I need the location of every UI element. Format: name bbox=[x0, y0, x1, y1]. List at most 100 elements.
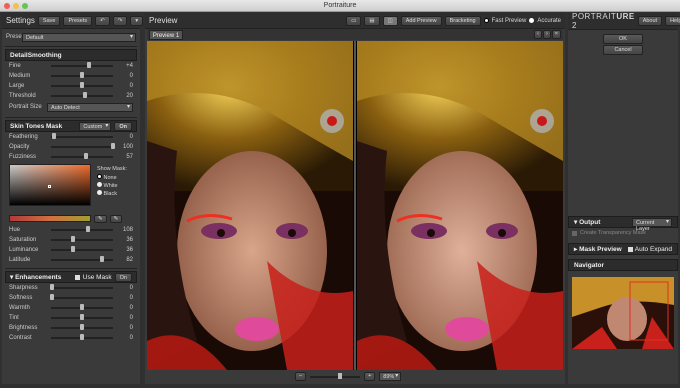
bracketing-button[interactable]: Bracketing bbox=[444, 15, 481, 26]
enhancement-value[interactable]: 0 bbox=[117, 285, 133, 291]
enhancement-slider-knob[interactable] bbox=[50, 294, 55, 300]
skin-slider-knob[interactable] bbox=[111, 143, 115, 149]
radio-white[interactable] bbox=[97, 182, 102, 187]
detail-value[interactable]: 0 bbox=[117, 73, 133, 79]
original-image[interactable] bbox=[147, 41, 353, 370]
skin-color-picker[interactable] bbox=[9, 164, 91, 206]
detail-slider[interactable] bbox=[51, 62, 113, 68]
collapse-icon[interactable]: ▾ bbox=[10, 274, 13, 281]
navigator-thumbnail[interactable] bbox=[572, 277, 674, 349]
zoom-slider[interactable] bbox=[310, 372, 361, 379]
detail-slider-knob[interactable] bbox=[80, 72, 84, 78]
accurate-radio[interactable] bbox=[529, 18, 535, 23]
enhancement-slider[interactable] bbox=[51, 314, 113, 320]
retouched-image[interactable] bbox=[357, 41, 563, 370]
enhancements-toggle[interactable]: On bbox=[114, 272, 132, 282]
hue-slider[interactable] bbox=[51, 246, 113, 252]
preview-image-area[interactable] bbox=[147, 41, 563, 370]
skin-slider-knob[interactable] bbox=[84, 153, 89, 159]
enhancement-value[interactable]: 0 bbox=[117, 315, 133, 321]
enhancement-value[interactable]: 0 bbox=[117, 305, 133, 311]
skin-value[interactable]: 57 bbox=[117, 154, 133, 160]
detail-slider-knob[interactable] bbox=[87, 62, 92, 68]
undo-icon[interactable]: ↶ bbox=[95, 15, 110, 26]
ok-button[interactable]: OK bbox=[603, 34, 643, 44]
hue-slider[interactable] bbox=[51, 226, 113, 232]
mask-preview-collapse-icon[interactable]: ▸ bbox=[574, 246, 577, 253]
split-vertical-icon[interactable]: ◫ bbox=[382, 15, 398, 26]
presets-button[interactable]: Presets bbox=[63, 15, 93, 26]
skin-slider-knob[interactable] bbox=[52, 133, 57, 139]
settings-menu-icon[interactable]: ▾ bbox=[130, 15, 144, 26]
skin-value[interactable]: 0 bbox=[117, 134, 133, 140]
skin-slider[interactable] bbox=[51, 153, 113, 159]
hue-slider-knob[interactable] bbox=[99, 256, 104, 262]
skin-value[interactable]: 100 bbox=[117, 144, 133, 150]
enhancement-slider[interactable] bbox=[51, 334, 113, 340]
output-select[interactable]: Current Layer bbox=[632, 217, 672, 232]
detail-slider[interactable] bbox=[51, 92, 113, 98]
fast-preview-radio[interactable] bbox=[483, 18, 489, 23]
detail-value[interactable]: 20 bbox=[117, 93, 133, 99]
enhancement-slider[interactable] bbox=[50, 294, 113, 300]
detail-slider-knob[interactable] bbox=[80, 82, 84, 88]
hue-slider[interactable] bbox=[51, 256, 113, 262]
color-picker-marker[interactable] bbox=[48, 185, 51, 188]
output-collapse-icon[interactable]: ▾ bbox=[574, 219, 577, 226]
redo-icon[interactable]: ↷ bbox=[112, 15, 128, 26]
detail-value[interactable]: 0 bbox=[117, 83, 133, 89]
enhancement-slider[interactable] bbox=[50, 284, 113, 290]
skin-slider[interactable] bbox=[51, 133, 113, 139]
hue-value[interactable]: 36 bbox=[117, 237, 133, 243]
hue-range-bar[interactable] bbox=[9, 215, 91, 222]
save-button[interactable]: Save bbox=[37, 15, 61, 26]
single-view-icon[interactable]: ▭ bbox=[346, 15, 362, 26]
use-mask-checkbox[interactable] bbox=[74, 274, 80, 280]
hue-slider-knob[interactable] bbox=[71, 246, 76, 252]
enhancement-slider-knob[interactable] bbox=[80, 334, 84, 340]
about-button[interactable]: About bbox=[637, 16, 663, 26]
tab-prev-icon[interactable]: ‹ bbox=[534, 30, 542, 39]
detail-value[interactable]: +4 bbox=[117, 63, 133, 69]
hue-slider-knob[interactable] bbox=[71, 236, 76, 242]
split-horizontal-icon[interactable]: ▤ bbox=[364, 15, 380, 26]
hue-slider[interactable] bbox=[51, 236, 113, 242]
auto-expand-checkbox[interactable] bbox=[627, 246, 633, 252]
enhancement-value[interactable]: 0 bbox=[117, 335, 133, 341]
tab-preview-1[interactable]: Preview 1 bbox=[149, 30, 183, 40]
detail-slider[interactable] bbox=[51, 82, 113, 88]
enhancement-slider-knob[interactable] bbox=[80, 304, 84, 310]
detail-slider[interactable] bbox=[51, 72, 113, 78]
enhancement-value[interactable]: 0 bbox=[117, 295, 133, 301]
hue-value[interactable]: 36 bbox=[117, 247, 133, 253]
zoom-level-select[interactable]: 89% bbox=[379, 372, 402, 381]
enhancement-slider[interactable] bbox=[51, 304, 113, 310]
hue-value[interactable]: 108 bbox=[117, 227, 133, 233]
preset-select[interactable]: Default bbox=[22, 32, 136, 42]
enhancement-slider-knob[interactable] bbox=[80, 314, 84, 320]
add-preview-button[interactable]: Add Preview bbox=[400, 15, 442, 26]
enhancement-value[interactable]: 0 bbox=[117, 325, 133, 331]
skin-mode-select[interactable]: Custom bbox=[79, 121, 112, 131]
zoom-slider-knob[interactable] bbox=[338, 372, 343, 379]
skin-slider[interactable] bbox=[51, 143, 115, 149]
hue-value[interactable]: 82 bbox=[117, 257, 133, 263]
tab-close-icon[interactable]: × bbox=[551, 30, 561, 39]
radio-black[interactable] bbox=[97, 190, 102, 195]
zoom-in-icon[interactable]: + bbox=[364, 372, 376, 381]
enhancement-slider[interactable] bbox=[51, 324, 113, 330]
skin-mask-toggle[interactable]: On bbox=[114, 121, 132, 131]
enhancement-slider-knob[interactable] bbox=[50, 284, 55, 290]
tab-next-icon[interactable]: › bbox=[542, 30, 551, 39]
cancel-button[interactable]: Cancel bbox=[603, 45, 643, 55]
enhancement-slider-knob[interactable] bbox=[80, 324, 84, 330]
help-button[interactable]: Help bbox=[665, 16, 680, 26]
zoom-out-icon[interactable]: – bbox=[295, 372, 307, 381]
portrait-size-select[interactable]: Auto Detect bbox=[47, 102, 133, 112]
hue-slider-knob[interactable] bbox=[86, 226, 91, 232]
eyedropper-add-icon[interactable]: ✎ bbox=[109, 214, 123, 223]
transparency-mask-checkbox[interactable] bbox=[572, 230, 577, 236]
eyedropper-icon[interactable]: ✎ bbox=[94, 214, 107, 223]
split-divider[interactable] bbox=[354, 41, 356, 370]
radio-none[interactable] bbox=[97, 174, 102, 179]
